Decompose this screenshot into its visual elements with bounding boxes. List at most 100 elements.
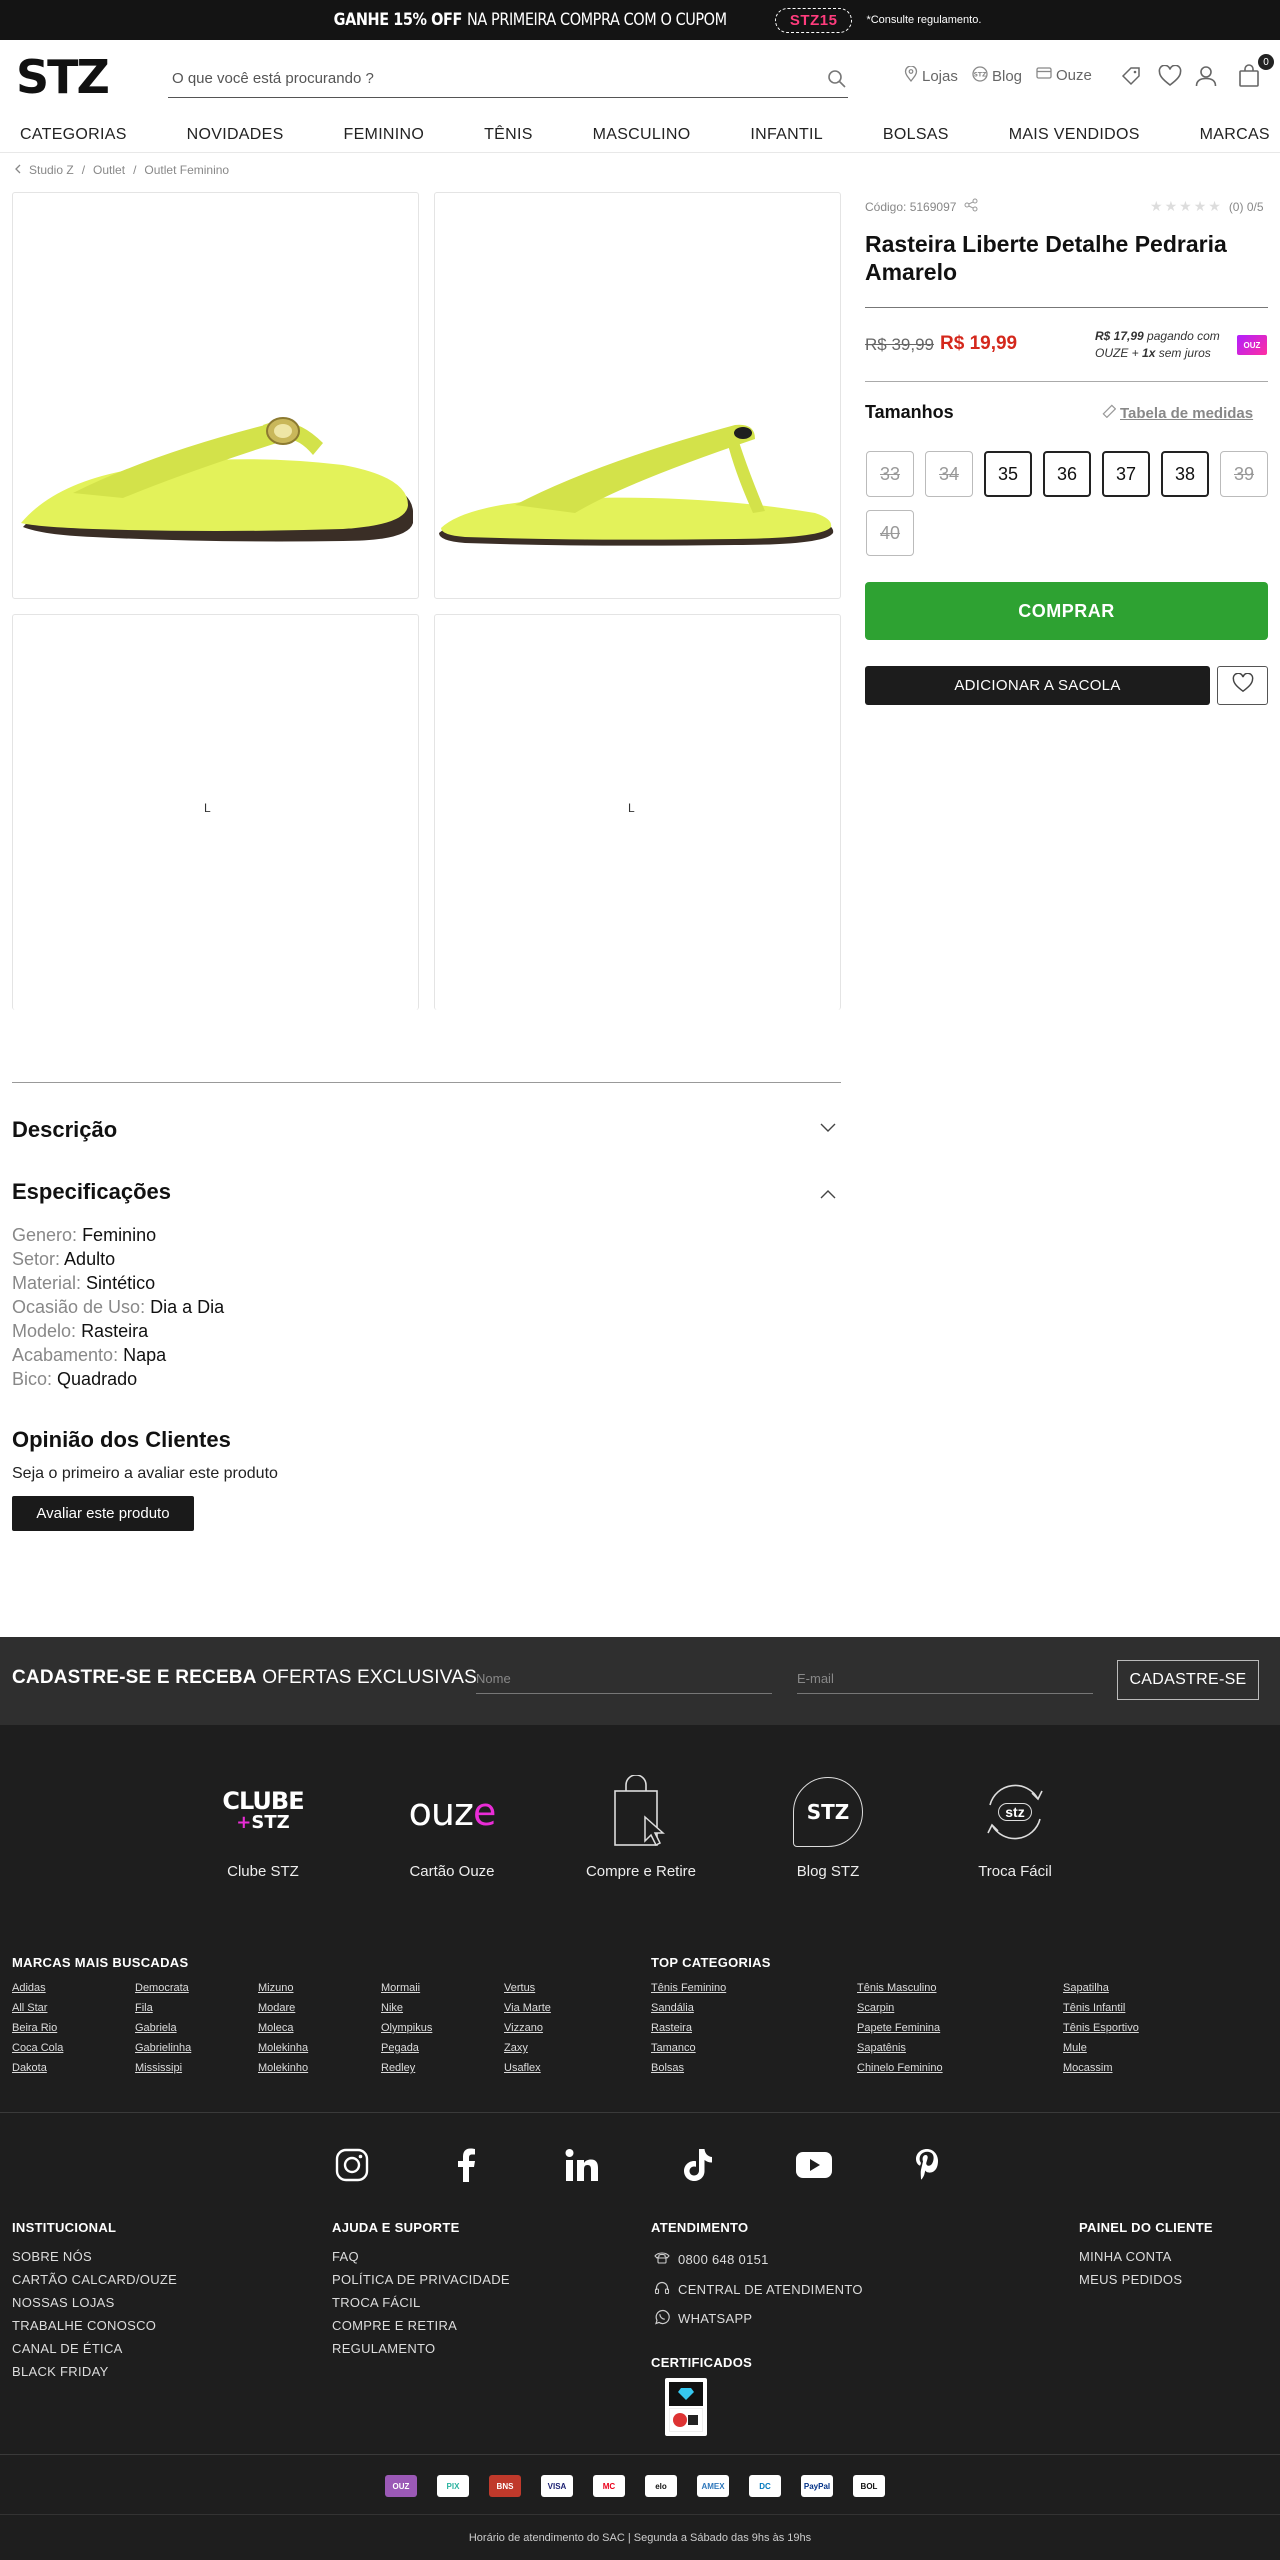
category-link[interactable]: Rasteira <box>651 2022 692 2034</box>
nav-item-feminino[interactable]: FEMININO <box>344 126 425 144</box>
ajuda-link[interactable]: TROCA FÁCIL <box>332 2295 421 2310</box>
whatsapp-link[interactable]: WHATSAPP <box>654 2309 752 2328</box>
brand-link[interactable]: Nike <box>381 2002 403 2014</box>
brand-link[interactable]: Gabriela <box>135 2022 177 2034</box>
institucional-link[interactable]: SOBRE NÓS <box>12 2249 92 2264</box>
feature-cartao-ouze[interactable]: ouze Cartão Ouze <box>382 1775 522 1880</box>
buy-button[interactable]: COMPRAR <box>865 582 1268 640</box>
specs-title[interactable]: Especificações <box>12 1179 171 1205</box>
brand-link[interactable]: Molekinha <box>258 2042 308 2054</box>
brand-link[interactable]: Mizuno <box>258 1982 293 1994</box>
newsletter-submit-button[interactable]: CADASTRE-SE <box>1117 1660 1259 1700</box>
brand-link[interactable]: Zaxy <box>504 2042 528 2054</box>
chevron-down-icon[interactable] <box>820 1120 836 1138</box>
institucional-link[interactable]: TRABALHE CONOSCO <box>12 2318 156 2333</box>
tiktok-icon[interactable] <box>683 2148 713 2187</box>
feature-clube-stz[interactable]: CLUBE +STZ Clube STZ <box>193 1775 333 1880</box>
certificate-badge[interactable] <box>665 2378 707 2436</box>
add-to-bag-button[interactable]: ADICIONAR A SACOLA <box>865 666 1210 705</box>
breadcrumb-item[interactable]: Studio Z <box>29 163 74 177</box>
nav-item-masculino[interactable]: MASCULINO <box>593 126 691 144</box>
feature-blog-stz[interactable]: STZ Blog STZ <box>758 1775 898 1880</box>
brand-link[interactable]: Adidas <box>12 1982 46 1994</box>
nav-item-marcas[interactable]: MARCAS <box>1200 126 1270 144</box>
painel-link[interactable]: MEUS PEDIDOS <box>1079 2272 1182 2287</box>
linkedin-icon[interactable] <box>565 2148 599 2187</box>
brand-link[interactable]: Modare <box>258 2002 295 2014</box>
brand-link[interactable]: Vizzano <box>504 2022 543 2034</box>
brand-link[interactable]: Via Marte <box>504 2002 551 2014</box>
chevron-up-icon[interactable] <box>820 1186 836 1204</box>
brand-link[interactable]: Beira Rio <box>12 2022 57 2034</box>
search-input[interactable] <box>168 70 826 87</box>
institucional-link[interactable]: NOSSAS LOJAS <box>12 2295 115 2310</box>
review-button[interactable]: Avaliar este produto <box>12 1496 194 1531</box>
site-logo[interactable]: STZ <box>16 50 110 104</box>
phone-link[interactable]: 0800 648 0151 <box>654 2251 769 2268</box>
feature-compre-retire[interactable]: Compre e Retire <box>571 1775 711 1880</box>
nav-item-infantil[interactable]: INFANTIL <box>750 126 823 144</box>
size-option-36[interactable]: 36 <box>1043 451 1091 497</box>
youtube-icon[interactable] <box>796 2152 832 2183</box>
search-bar[interactable] <box>168 60 848 98</box>
newsletter-name-input[interactable] <box>476 1664 772 1694</box>
ajuda-link[interactable]: REGULAMENTO <box>332 2341 435 2356</box>
support-center-link[interactable]: CENTRAL DE ATENDIMENTO <box>654 2280 863 2299</box>
category-link[interactable]: Sapatênis <box>857 2042 906 2054</box>
category-link[interactable]: Chinelo Feminino <box>857 2062 943 2074</box>
category-link[interactable]: Tamanco <box>651 2042 696 2054</box>
brand-link[interactable]: Gabrielinha <box>135 2042 191 2054</box>
promo-bar[interactable]: GANHE 15% OFF NA PRIMEIRA COMPRA COM O CU… <box>0 0 1280 40</box>
instagram-icon[interactable] <box>335 2148 369 2187</box>
category-link[interactable]: Tênis Esportivo <box>1063 2022 1139 2034</box>
brand-link[interactable]: Pegada <box>381 2042 419 2054</box>
stores-link[interactable]: Lojas <box>904 65 958 86</box>
product-image-3[interactable]: L <box>12 614 419 1010</box>
brand-link[interactable]: Redley <box>381 2062 415 2074</box>
category-link[interactable]: Mule <box>1063 2042 1087 2054</box>
promo-note[interactable]: *Consulte regulamento. <box>866 14 981 26</box>
nav-item-categorias[interactable]: CATEGORIAS <box>20 126 127 144</box>
brand-link[interactable]: Democrata <box>135 1982 189 1994</box>
category-link[interactable]: Mocassim <box>1063 2062 1113 2074</box>
category-link[interactable]: Sapatilha <box>1063 1982 1109 1994</box>
category-link[interactable]: Tênis Masculino <box>857 1982 936 1994</box>
share-icon[interactable] <box>964 198 978 215</box>
facebook-icon[interactable] <box>455 2148 477 2187</box>
tag-icon[interactable] <box>1117 62 1145 90</box>
newsletter-email-input[interactable] <box>797 1664 1093 1694</box>
favorite-button[interactable] <box>1217 666 1268 705</box>
product-rating[interactable]: ★ ★ ★ ★ ★ (0) 0/5 <box>1150 198 1264 215</box>
brand-link[interactable]: Olympikus <box>381 2022 432 2034</box>
product-image-2[interactable] <box>434 192 841 599</box>
nav-item-bolsas[interactable]: BOLSAS <box>883 126 949 144</box>
nav-item-novidades[interactable]: NOVIDADES <box>187 126 284 144</box>
category-link[interactable]: Tênis Feminino <box>651 1982 726 1994</box>
category-link[interactable]: Tênis Infantil <box>1063 2002 1125 2014</box>
product-image-1[interactable] <box>12 192 419 599</box>
size-option-38[interactable]: 38 <box>1161 451 1209 497</box>
ajuda-link[interactable]: POLÍTICA DE PRIVACIDADE <box>332 2272 510 2287</box>
institucional-link[interactable]: CARTÃO CALCARD/OUZE <box>12 2272 177 2287</box>
search-icon[interactable] <box>826 68 848 90</box>
nav-item-tenis[interactable]: TÊNIS <box>484 126 533 144</box>
brand-link[interactable]: Dakota <box>12 2062 47 2074</box>
ouze-link[interactable]: Ouze <box>1036 66 1092 84</box>
description-title[interactable]: Descrição <box>12 1117 117 1143</box>
brand-link[interactable]: Moleca <box>258 2022 293 2034</box>
category-link[interactable]: Sandália <box>651 2002 694 2014</box>
brand-link[interactable]: Coca Cola <box>12 2042 63 2054</box>
brand-link[interactable]: Vertus <box>504 1982 535 1994</box>
brand-link[interactable]: Fila <box>135 2002 153 2014</box>
heart-icon[interactable] <box>1156 62 1184 90</box>
institucional-link[interactable]: CANAL DE ÉTICA <box>12 2341 123 2356</box>
nav-item-mais-vendidos[interactable]: MAIS VENDIDOS <box>1009 126 1140 144</box>
brand-link[interactable]: Usaflex <box>504 2062 541 2074</box>
painel-link[interactable]: MINHA CONTA <box>1079 2249 1172 2264</box>
category-link[interactable]: Bolsas <box>651 2062 684 2074</box>
brand-link[interactable]: All Star <box>12 2002 47 2014</box>
brand-link[interactable]: Mississipi <box>135 2062 182 2074</box>
size-option-35[interactable]: 35 <box>984 451 1032 497</box>
feature-troca-facil[interactable]: stz Troca Fácil <box>945 1775 1085 1880</box>
category-link[interactable]: Scarpin <box>857 2002 894 2014</box>
